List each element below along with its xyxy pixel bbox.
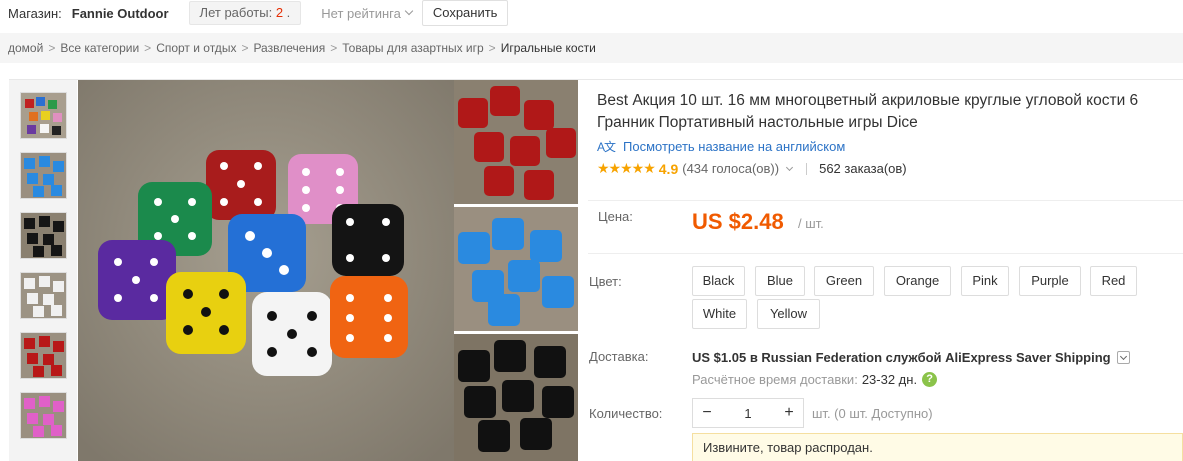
price-value: US $2.48 (692, 209, 784, 234)
color-option-green[interactable]: Green (814, 266, 874, 296)
color-option-yellow[interactable]: Yellow (757, 299, 820, 329)
quantity-stepper: − 1 + (692, 398, 804, 428)
color-option-orange[interactable]: Orange (884, 266, 951, 296)
color-option-blue[interactable]: Blue (755, 266, 805, 296)
color-option-red[interactable]: Red (1090, 266, 1137, 296)
delivery-label: Расчётное время доставки: (692, 372, 858, 387)
breadcrumb-all-categories[interactable]: Все категории (60, 41, 139, 55)
color-option-pink[interactable]: Pink (961, 266, 1009, 296)
quantity-label: Количество: (589, 406, 663, 421)
thumbnail-pink[interactable] (20, 392, 67, 439)
translate-label: Посмотреть название на английском (623, 139, 846, 154)
shipping-label: Доставка: (589, 349, 649, 364)
quantity-decrease-button[interactable]: − (693, 404, 721, 422)
breadcrumb: домой > Все категории > Спорт и отдых > … (0, 33, 1183, 63)
breadcrumb-separator: > (330, 41, 338, 55)
store-name-link[interactable]: Fannie Outdoor (72, 6, 169, 21)
shipping-method[interactable]: US $1.05 в Russian Federation службой Al… (692, 350, 1130, 365)
thumbnail-white[interactable] (20, 272, 67, 319)
main-product-photo[interactable] (78, 80, 454, 461)
delivery-days: 23-32 дн. (861, 372, 918, 387)
store-bar: Магазин: Fannie Outdoor Лет работы: 2 . … (0, 0, 1183, 26)
thumbnail-black[interactable] (20, 212, 67, 259)
breadcrumb-gambling[interactable]: Товары для азартных игр (342, 41, 483, 55)
chevron-down-icon[interactable] (786, 163, 794, 171)
delivery-estimate: Расчётное время доставки: 23-32 дн. ? (692, 372, 938, 387)
star-rating-icon: ★★★★★ (597, 160, 656, 176)
translate-title-link[interactable]: A文 Посмотреть название на английском (597, 138, 1183, 155)
breadcrumb-separator: > (241, 41, 249, 55)
breadcrumb-dice[interactable]: Игральные кости (501, 41, 596, 55)
store-years-badge: Лет работы: 2 . (188, 1, 302, 25)
breadcrumb-separator: > (488, 41, 496, 55)
breadcrumb-separator: > (144, 41, 152, 55)
question-circle-icon[interactable]: ? (922, 372, 938, 387)
price-box: Цена: US $2.48 / шт. (588, 200, 1183, 254)
store-years-label: Лет работы: (199, 5, 273, 20)
color-option-black[interactable]: Black (692, 266, 745, 296)
price-unit: / шт. (798, 216, 824, 231)
rating-value: 4.9 (658, 160, 679, 177)
product-info: Best Акция 10 шт. 16 мм многоцветный акр… (597, 90, 1183, 177)
thumbnail-blue[interactable] (20, 152, 67, 199)
rating-row: ★★★★★ 4.9 (434 голоса(ов)) 562 заказа(ов… (597, 160, 1183, 177)
side-photo-column (454, 80, 578, 461)
breadcrumb-sport[interactable]: Спорт и отдых (156, 41, 236, 55)
breadcrumb-entertainment[interactable]: Развлечения (253, 41, 325, 55)
thumbnail-list (9, 80, 77, 461)
chevron-down-icon[interactable] (1116, 351, 1130, 364)
quantity-increase-button[interactable]: + (775, 404, 803, 422)
shipping-text: US $1.05 в Russian Federation службой Al… (692, 350, 1111, 365)
color-option-white[interactable]: White (692, 299, 747, 329)
divider (806, 162, 808, 175)
store-label: Магазин: (8, 5, 62, 21)
price-label: Цена: (598, 209, 633, 224)
store-rating-dropdown[interactable]: Нет рейтинга (321, 5, 414, 21)
quantity-availability: шт. (0 шт. Доступно) (812, 406, 933, 421)
store-rating-label: Нет рейтинга (321, 5, 401, 21)
store-years-value: 2 (275, 5, 284, 20)
color-option-purple[interactable]: Purple (1019, 266, 1081, 296)
sold-out-notice: Извините, товар распродан. (692, 433, 1183, 461)
color-label: Цвет: (589, 274, 622, 289)
thumbnail-multicolor[interactable] (20, 92, 67, 139)
chevron-down-icon (404, 6, 414, 16)
thumbnail-red[interactable] (20, 332, 67, 379)
translate-icon: A文 (597, 140, 616, 154)
votes-count[interactable]: (434 голоса(ов)) (682, 161, 779, 176)
orders-count: 562 заказа(ов) (819, 161, 907, 176)
product-title: Best Акция 10 шт. 16 мм многоцветный акр… (597, 92, 1139, 131)
quantity-input[interactable]: 1 (721, 406, 775, 421)
breadcrumb-separator: > (48, 41, 56, 55)
save-store-button[interactable]: Сохранить (421, 0, 509, 26)
breadcrumb-home[interactable]: домой (8, 41, 43, 55)
